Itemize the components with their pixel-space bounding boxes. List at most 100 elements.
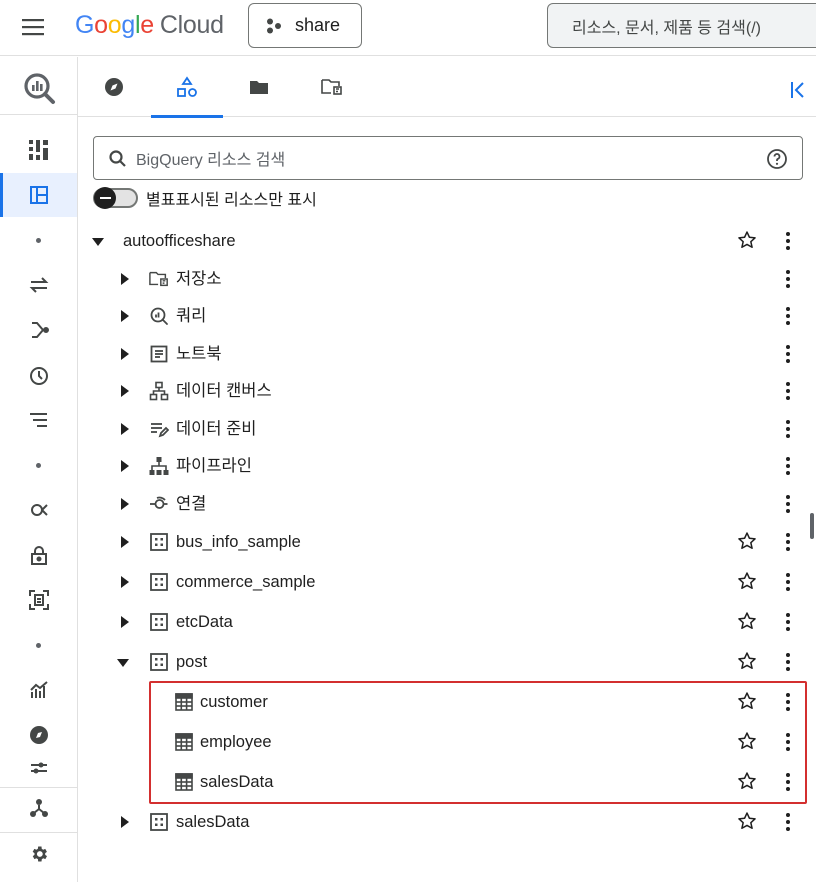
tree-node-row[interactable]: 파이프라인	[78, 447, 816, 485]
analytics-hub-icon[interactable]	[0, 488, 77, 532]
more-vert-icon[interactable]	[784, 811, 792, 833]
chevron-right-icon[interactable]	[121, 273, 129, 285]
tree-node-row[interactable]: 쿼리	[78, 297, 816, 335]
tab-files[interactable]	[223, 57, 295, 117]
global-search-input[interactable]: 리소스, 문서, 제품 등 검색(/)	[547, 3, 816, 48]
table-icon	[175, 693, 193, 711]
nav-rail	[0, 57, 78, 882]
more-vert-icon[interactable]	[784, 571, 792, 593]
more-vert-icon[interactable]	[784, 455, 792, 477]
tree-dataset-row[interactable]: commerce_sample	[78, 563, 816, 601]
connection-icon	[150, 496, 168, 509]
more-vert-icon[interactable]	[784, 380, 792, 402]
data-transfer-icon[interactable]	[0, 263, 77, 307]
tree-project-row[interactable]: autoofficeshare	[78, 222, 816, 260]
star-icon[interactable]	[737, 811, 757, 831]
tree-dataset-row-expanded[interactable]: post	[78, 643, 816, 681]
starred-only-toggle-row: 별표표시된 리소스만 표시	[93, 186, 317, 210]
tree-table-row[interactable]: employee	[78, 723, 816, 761]
lock-icon[interactable]	[0, 533, 77, 577]
dataset-label: salesData	[176, 813, 250, 831]
starred-only-toggle[interactable]	[93, 187, 138, 209]
tree-node-row[interactable]: 저장소	[78, 260, 816, 298]
chevron-right-icon[interactable]	[121, 460, 129, 472]
star-icon[interactable]	[737, 571, 757, 591]
more-vert-icon[interactable]	[784, 493, 792, 515]
tab-classic-explorer[interactable]	[151, 57, 223, 118]
dataset-icon	[150, 653, 168, 671]
tab-explore[interactable]	[78, 57, 150, 117]
google-cloud-logo[interactable]: Google Cloud	[75, 9, 224, 41]
more-vert-icon[interactable]	[784, 343, 792, 365]
scrollbar-thumb[interactable]	[810, 513, 814, 539]
bigquery-logo-icon[interactable]	[0, 66, 77, 110]
tree-dataset-row[interactable]: salesData	[78, 803, 816, 841]
star-icon[interactable]	[737, 531, 757, 551]
more-vert-icon[interactable]	[784, 531, 792, 553]
chevron-right-icon[interactable]	[121, 816, 129, 828]
resource-search-input[interactable]: BigQuery 리소스 검색	[93, 136, 803, 180]
dataset-icon	[150, 813, 168, 831]
star-icon[interactable]	[737, 611, 757, 631]
chevron-right-icon[interactable]	[121, 348, 129, 360]
explore-compass-icon[interactable]	[0, 713, 77, 757]
dataflow-icon[interactable]	[0, 308, 77, 352]
tree-node-row[interactable]: 노트북	[78, 335, 816, 373]
resource-search-placeholder: BigQuery 리소스 검색	[136, 152, 286, 169]
scheduled-queries-icon[interactable]	[0, 354, 77, 398]
star-icon[interactable]	[737, 691, 757, 711]
chevron-right-icon[interactable]	[121, 576, 129, 588]
tree-node-label: 데이터 준비	[176, 420, 257, 438]
dataset-label: commerce_sample	[176, 573, 316, 591]
chevron-right-icon[interactable]	[121, 423, 129, 435]
project-picker-button[interactable]: share	[248, 3, 362, 48]
more-vert-icon[interactable]	[784, 611, 792, 633]
chevron-down-icon[interactable]	[117, 659, 129, 667]
dataset-label: post	[176, 653, 208, 671]
collapse-panel-icon[interactable]	[788, 79, 810, 101]
tree-table-row[interactable]: customer	[78, 683, 816, 721]
settings-sliders-icon[interactable]	[0, 756, 77, 784]
more-vert-icon[interactable]	[784, 305, 792, 327]
separator-dot	[36, 238, 41, 243]
star-icon[interactable]	[737, 230, 757, 250]
menu-icon[interactable]	[21, 15, 45, 39]
star-icon[interactable]	[737, 651, 757, 671]
gear-icon[interactable]	[0, 832, 77, 876]
more-vert-icon[interactable]	[784, 731, 792, 753]
more-vert-icon[interactable]	[784, 691, 792, 713]
tree-node-label: 데이터 캔버스	[176, 382, 272, 400]
chevron-right-icon[interactable]	[121, 536, 129, 548]
tree-node-row[interactable]: 연결	[78, 485, 816, 523]
more-vert-icon[interactable]	[784, 651, 792, 673]
data-canvas-icon	[149, 381, 169, 401]
tab-repositories[interactable]	[296, 57, 368, 117]
chevron-right-icon[interactable]	[121, 385, 129, 397]
chevron-right-icon[interactable]	[121, 498, 129, 510]
tree-node-row[interactable]: 데이터 캔버스	[78, 372, 816, 410]
more-vert-icon[interactable]	[784, 418, 792, 440]
starred-only-label: 별표표시된 리소스만 표시	[146, 192, 317, 209]
workflows-icon[interactable]	[0, 398, 77, 442]
tree-node-row[interactable]: 데이터 준비	[78, 410, 816, 448]
separator-dot	[36, 643, 41, 648]
tree-dataset-row[interactable]: etcData	[78, 603, 816, 641]
tree-node-label: 연결	[176, 495, 207, 513]
more-vert-icon[interactable]	[784, 268, 792, 290]
star-icon[interactable]	[737, 771, 757, 791]
help-icon[interactable]	[766, 148, 788, 170]
chevron-right-icon[interactable]	[121, 616, 129, 628]
tree-dataset-row[interactable]: bus_info_sample	[78, 523, 816, 561]
more-vert-icon[interactable]	[784, 771, 792, 793]
overview-icon[interactable]	[0, 128, 77, 172]
tree-table-row[interactable]: salesData	[78, 763, 816, 801]
document-scan-icon[interactable]	[0, 578, 77, 622]
chevron-down-icon[interactable]	[92, 238, 104, 246]
studio-icon[interactable]	[0, 173, 77, 217]
more-vert-icon[interactable]	[784, 230, 792, 252]
star-icon[interactable]	[737, 731, 757, 751]
monitoring-chart-icon[interactable]	[0, 668, 77, 712]
chevron-right-icon[interactable]	[121, 310, 129, 322]
partner-hub-icon[interactable]	[0, 786, 77, 830]
global-search-placeholder: 리소스, 문서, 제품 등 검색(/)	[572, 19, 761, 37]
